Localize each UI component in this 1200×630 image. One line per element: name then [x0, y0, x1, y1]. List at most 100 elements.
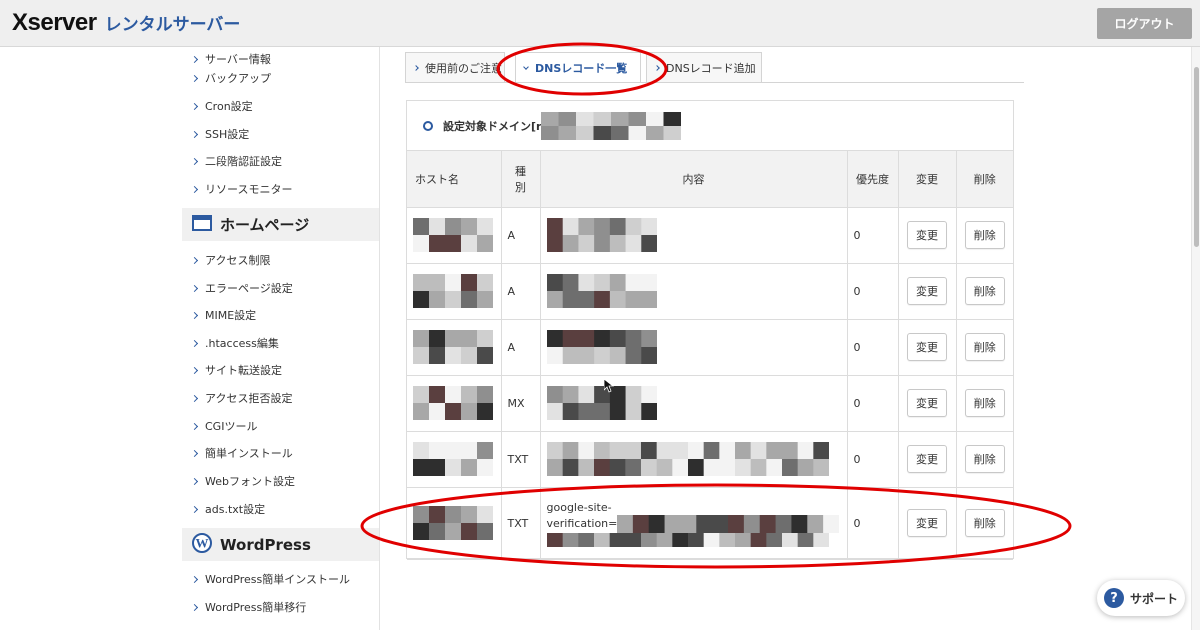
delete-button[interactable]: 削除 [964, 509, 1005, 537]
sidebar-item-htaccess[interactable]: .htaccess編集 [190, 333, 279, 353]
sidebar-item-site-redirect[interactable]: サイト転送設定 [190, 360, 282, 380]
priority-cell: 0 [847, 487, 899, 560]
sidebar-item-label: サーバー情報 [205, 53, 271, 66]
header-priority: 優先度 [847, 151, 899, 208]
redaction-block [562, 291, 579, 308]
redaction-block [671, 442, 688, 460]
support-label: サポート [1129, 591, 1178, 606]
sidebar-item-ads-txt[interactable]: ads.txt設定 [190, 499, 266, 519]
redaction-block [429, 330, 446, 348]
delete-cell: 削除 [956, 319, 1013, 376]
redaction-block [461, 506, 478, 524]
support-button[interactable]: ? サポート [1097, 580, 1185, 616]
redaction-block [625, 347, 642, 364]
redaction-block [728, 514, 745, 533]
redaction-block [812, 532, 829, 547]
redaction-block [646, 125, 665, 140]
redaction-block [445, 459, 462, 476]
sidebar-item-server-info[interactable]: サーバー情報 [190, 49, 271, 69]
edit-button[interactable]: 変更 [907, 221, 947, 249]
redaction-block [656, 442, 673, 460]
tab-dns-record-list[interactable]: DNSレコード一覧 [515, 52, 641, 83]
redaction-block [609, 218, 626, 236]
edit-cell: 変更 [898, 263, 957, 320]
delete-button[interactable]: 削除 [964, 221, 1005, 249]
delete-button[interactable]: 削除 [964, 389, 1005, 417]
sidebar-item-label: ads.txt設定 [205, 503, 266, 516]
xserver-logo[interactable]: Xserver レンタルサーバー [12, 9, 240, 37]
delete-cell: 削除 [956, 263, 1013, 320]
delete-button[interactable]: 削除 [964, 445, 1005, 473]
edit-button[interactable]: 変更 [907, 333, 947, 361]
sidebar-item-label: バックアップ [205, 72, 271, 85]
redaction-block [640, 532, 657, 547]
redaction-block [445, 442, 462, 460]
sidebar-item-ssh[interactable]: SSH設定 [190, 124, 249, 144]
tab-precautions[interactable]: 使用前のご注意 [405, 52, 505, 83]
sidebar-item-access-limit[interactable]: アクセス制限 [190, 250, 270, 270]
delete-button[interactable]: 削除 [964, 277, 1005, 305]
redaction-block [703, 459, 720, 476]
edit-button[interactable]: 変更 [907, 509, 947, 537]
host-cell [407, 487, 502, 560]
sidebar-item-label: MIME設定 [205, 309, 257, 322]
sidebar-item-backup[interactable]: バックアップ [190, 68, 271, 88]
sidebar-item-mime[interactable]: MIME設定 [190, 305, 257, 325]
content-line2-wrap: verification= [547, 514, 841, 533]
redaction-block [625, 274, 642, 292]
sidebar-item-wp-easy-install[interactable]: WordPress簡単インストール [190, 569, 351, 589]
page-scrollbar[interactable] [1191, 47, 1200, 630]
sidebar-section-wordpress: W WordPress [182, 528, 379, 561]
sidebar-item-cron[interactable]: Cron設定 [190, 96, 253, 116]
redaction-block [593, 459, 610, 476]
redaction-block [562, 386, 579, 404]
redaction-block [477, 506, 493, 524]
sidebar-item-wp-easy-migrate[interactable]: WordPress簡単移行 [190, 597, 306, 617]
host-cell [407, 375, 502, 432]
redaction-block [765, 532, 782, 547]
chevron-right-icon [190, 256, 199, 264]
sidebar-item-cgi-tool[interactable]: CGIツール [190, 416, 257, 436]
redaction-block [546, 235, 563, 252]
redaction-block [734, 532, 751, 547]
pixelated-redaction [546, 274, 657, 308]
edit-button[interactable]: 変更 [907, 277, 947, 305]
redaction-block [461, 403, 478, 420]
redaction-block [609, 274, 626, 292]
logout-button[interactable]: ログアウト [1097, 8, 1192, 39]
redaction-block [461, 442, 478, 460]
host-cell [407, 207, 502, 264]
redaction-block [625, 218, 642, 236]
redaction-block [562, 403, 579, 420]
redaction-block [546, 459, 563, 476]
sidebar-item-label: WordPress簡単インストール [205, 573, 351, 586]
delete-cell: 削除 [956, 431, 1013, 488]
sidebar-item-resource-monitor[interactable]: リソースモニター [190, 179, 292, 199]
sidebar-item-web-font[interactable]: Webフォント設定 [190, 471, 295, 491]
chevron-right-icon [413, 65, 419, 71]
redaction-block [640, 347, 657, 364]
redaction-block [611, 125, 630, 140]
sidebar-item-easy-install[interactable]: 簡単インストール [190, 443, 293, 463]
sidebar-item-access-deny[interactable]: アクセス拒否設定 [190, 388, 292, 408]
redaction-block [609, 442, 626, 460]
priority-cell: 0 [847, 263, 899, 320]
target-domain-row: 設定対象ドメイン[r [407, 101, 1013, 151]
type-cell: A [501, 263, 541, 320]
scrollbar-thumb[interactable] [1194, 67, 1199, 247]
redaction-block [429, 403, 446, 420]
redaction-block [823, 514, 840, 533]
question-icon: ? [1103, 588, 1124, 608]
sidebar-item-two-factor[interactable]: 二段階認証設定 [190, 151, 282, 171]
edit-button[interactable]: 変更 [907, 389, 947, 417]
redaction-block [765, 459, 782, 476]
edit-button[interactable]: 変更 [907, 445, 947, 473]
delete-button[interactable]: 削除 [964, 333, 1005, 361]
tab-dns-record-add[interactable]: DNSレコード追加 [646, 52, 762, 83]
redaction-block [718, 442, 735, 460]
redaction-block [640, 459, 657, 476]
redaction-block [577, 235, 595, 252]
redaction-block [797, 442, 814, 460]
sidebar-item-error-page[interactable]: エラーページ設定 [190, 278, 293, 298]
redaction-block [625, 235, 642, 252]
